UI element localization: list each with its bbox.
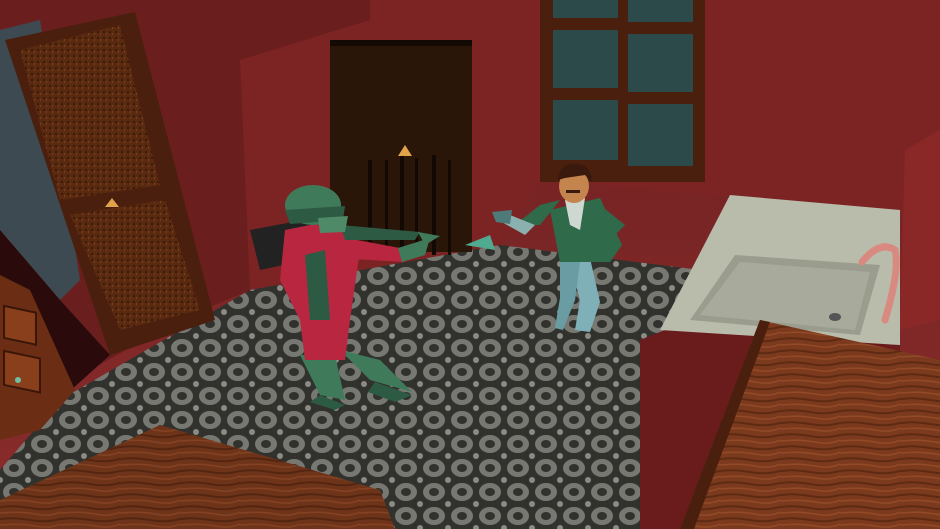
right-pillar [900, 130, 940, 330]
sink-drain [829, 313, 841, 321]
game-viewport[interactable] [0, 0, 940, 529]
drawer-knob [15, 377, 21, 383]
game-scene [0, 0, 940, 529]
drawer-1[interactable] [3, 304, 37, 346]
drawer-2[interactable] [3, 349, 41, 394]
